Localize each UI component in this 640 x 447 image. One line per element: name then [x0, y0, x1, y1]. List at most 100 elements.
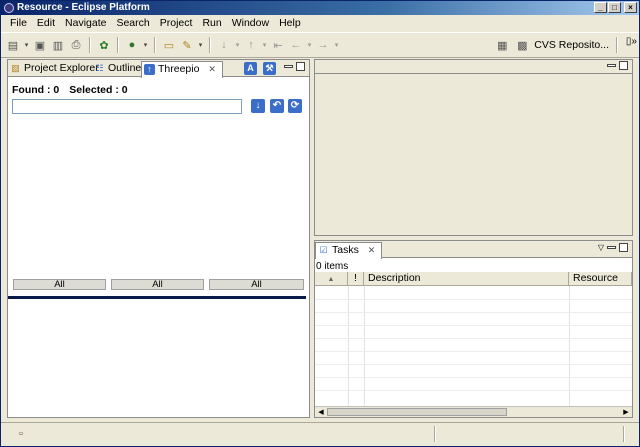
save-icon[interactable]: ▣ [32, 37, 48, 53]
status-bar: ▫ [1, 422, 639, 446]
wand-icon[interactable]: ✎ [179, 37, 195, 53]
column-header-completed[interactable]: ▲ [315, 272, 348, 286]
selected-count: Selected : 0 [69, 84, 128, 96]
cvs-perspective-icon: ▩ [517, 39, 528, 52]
maximize-button[interactable]: □ [608, 2, 621, 13]
undo-search-icon[interactable]: ↶ [270, 99, 284, 113]
minimize-view-icon[interactable] [284, 65, 293, 68]
next-annotation-dropdown-icon[interactable]: ▾ [234, 41, 241, 49]
prev-annotation-icon[interactable]: ↑ [243, 37, 259, 53]
fast-view-icon[interactable]: ▫ [13, 426, 29, 442]
perspective-switcher[interactable]: ▦ ▩ CVS Reposito... [494, 37, 621, 53]
editor-area [314, 59, 633, 236]
tasks-view-tabs: ☑ Tasks ✕ ▽ [315, 241, 632, 259]
menu-project[interactable]: Project [155, 16, 198, 31]
maximize-view-icon[interactable] [296, 62, 305, 71]
maximize-editor-icon[interactable] [619, 61, 628, 70]
status-separator [434, 426, 436, 442]
toolbar-separator [616, 37, 618, 53]
menu-file[interactable]: File [5, 16, 32, 31]
search-down-icon[interactable]: ↓ [251, 99, 265, 113]
new-icon[interactable]: ▤ [5, 37, 21, 53]
back-icon[interactable]: ← [288, 37, 304, 53]
minimize-view-icon[interactable] [607, 246, 616, 249]
new-dropdown-icon[interactable]: ▾ [23, 41, 30, 49]
resource-perspective-icon[interactable]: ▦ [494, 37, 510, 53]
close-tab-icon[interactable]: ✕ [208, 64, 216, 74]
tasks-icon: ☑ [319, 245, 328, 255]
refresh-icon[interactable]: ⟳ [288, 99, 302, 113]
save-all-icon[interactable]: ▥ [50, 37, 66, 53]
toolbar-group-file: ▤ ▾ ▣ ▥ ⎙ ✿ ● ▾ ▭ ✎ ▾ ↓ ▾ ↑ ▾ ⇤ ← ▾ → ▾ [5, 37, 340, 53]
tab-tasks[interactable]: ☑ Tasks ✕ [315, 242, 383, 259]
column-header-description[interactable]: Description [364, 272, 569, 286]
search-input[interactable] [12, 99, 242, 114]
view-menu-icon[interactable]: ▽ [598, 243, 604, 252]
table-row-line [315, 338, 632, 339]
tab-label: Outline [108, 62, 142, 74]
tasks-view-pane: ☑ Tasks ✕ ▽ 0 items ▲ ! Description Reso… [314, 240, 633, 418]
tab-project-explorer[interactable]: ▧ Project Explorer [8, 61, 103, 77]
tab-label: Threepio [158, 63, 200, 75]
result-counts: Found : 0 Selected : 0 [12, 84, 128, 96]
external-tools-icon[interactable]: ✿ [96, 37, 112, 53]
view-settings-icon[interactable]: ⚒ [263, 62, 276, 75]
scroll-right-icon[interactable]: ▶ [621, 408, 631, 417]
column-header-priority[interactable]: ! [348, 272, 364, 286]
wand-dropdown-icon[interactable]: ▾ [197, 41, 204, 49]
window-title: Resource - Eclipse Platform [17, 2, 150, 13]
title-bar[interactable]: Resource - Eclipse Platform _ □ × [1, 1, 639, 15]
menu-edit[interactable]: Edit [32, 16, 60, 31]
column-header-resource[interactable]: Resource [569, 272, 632, 286]
minimize-editor-icon[interactable] [607, 64, 616, 67]
tab-threepio[interactable]: ↑ Threepio ✕ [141, 61, 223, 78]
prev-annotation-dropdown-icon[interactable]: ▾ [261, 41, 268, 49]
maximize-view-icon[interactable] [619, 243, 628, 252]
table-row-line [315, 377, 632, 378]
tasks-view-controls: ▽ [598, 243, 628, 252]
perspective-label: CVS Reposito... [534, 39, 609, 51]
menu-window[interactable]: Window [227, 16, 274, 31]
table-row-line [315, 299, 632, 300]
close-button[interactable]: × [624, 2, 637, 13]
run-dropdown-icon[interactable]: ▾ [142, 41, 149, 49]
forward-icon[interactable]: → [315, 37, 331, 53]
table-row-line [315, 312, 632, 313]
more-perspectives-icon[interactable]: ▯» [626, 36, 637, 47]
tab-outline[interactable]: ☷ Outline [92, 61, 145, 77]
tab-label: Tasks [332, 244, 359, 256]
all-button-3[interactable]: All [209, 279, 304, 290]
scroll-thumb[interactable] [327, 408, 507, 416]
table-row-line [315, 364, 632, 365]
forward-dropdown-icon[interactable]: ▾ [333, 41, 340, 49]
menu-search[interactable]: Search [111, 16, 154, 31]
print-icon[interactable]: ⎙ [68, 37, 84, 53]
table-row-line [315, 390, 632, 391]
menu-help[interactable]: Help [274, 16, 306, 31]
last-edit-icon[interactable]: ⇤ [270, 37, 286, 53]
back-dropdown-icon[interactable]: ▾ [306, 41, 313, 49]
menu-navigate[interactable]: Navigate [60, 16, 111, 31]
editor-controls [607, 61, 628, 70]
menu-run[interactable]: Run [197, 16, 226, 31]
next-annotation-icon[interactable]: ↓ [216, 37, 232, 53]
minimize-button[interactable]: _ [594, 2, 607, 13]
open-folder-icon[interactable]: ▭ [161, 37, 177, 53]
tasks-item-count: 0 items [316, 261, 349, 272]
left-view-pane: ▧ Project Explorer ☷ Outline ↑ Threepio … [7, 59, 310, 418]
horizontal-scrollbar[interactable]: ◀ ▶ [315, 406, 632, 417]
eclipse-icon [4, 3, 14, 13]
scroll-left-icon[interactable]: ◀ [316, 408, 326, 417]
sort-up-icon: ▲ [327, 276, 335, 283]
run-icon[interactable]: ● [124, 37, 140, 53]
splitter[interactable] [8, 296, 306, 299]
toolbar-separator [117, 37, 119, 53]
view-action-a-icon[interactable]: A [244, 62, 257, 75]
toolbar-separator [89, 37, 91, 53]
all-button-2[interactable]: All [111, 279, 204, 290]
project-explorer-icon: ▧ [11, 63, 20, 73]
column-divider [364, 286, 365, 406]
close-tab-icon[interactable]: ✕ [368, 245, 376, 255]
all-button-1[interactable]: All [13, 279, 106, 290]
menu-bar: File Edit Navigate Search Project Run Wi… [1, 16, 639, 31]
